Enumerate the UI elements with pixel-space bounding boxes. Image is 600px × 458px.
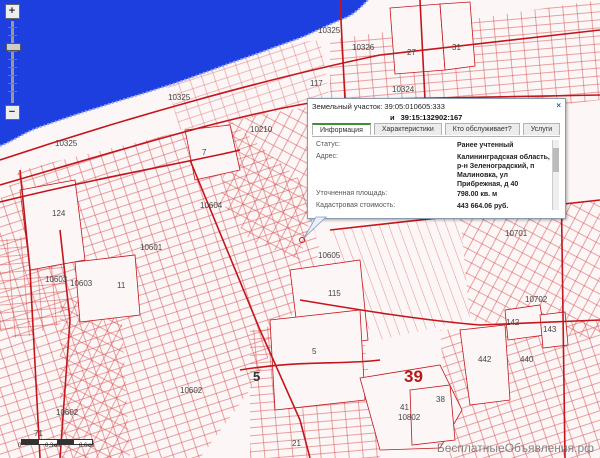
popup-subtitle: и 39:15:132902:167 bbox=[390, 113, 462, 122]
label-10602: 10602 bbox=[180, 386, 203, 395]
popup-subtitle-number: 39:15:132902:167 bbox=[400, 113, 463, 122]
tab-characteristics[interactable]: Характеристики bbox=[373, 123, 442, 135]
label-10324: 10324 bbox=[392, 85, 415, 94]
tab-information[interactable]: Информация bbox=[312, 123, 371, 135]
label-115: 115 bbox=[328, 289, 341, 298]
label-10702: 10702 bbox=[525, 295, 548, 304]
label-143: 143 bbox=[543, 325, 557, 334]
zoom-in-button[interactable]: + bbox=[4, 4, 20, 19]
label-41: 41 bbox=[400, 403, 409, 412]
popup-tabs: Информация Характеристики Кто обслуживае… bbox=[312, 123, 561, 135]
zoom-out-button[interactable]: − bbox=[4, 105, 20, 120]
label-10326: 10326 bbox=[352, 43, 375, 52]
popup-subtitle-and: и bbox=[390, 113, 395, 122]
status-value: Ранее учтенный bbox=[457, 142, 514, 149]
label-10603: 10603 bbox=[70, 279, 93, 288]
area-label: Уточненная площадь: bbox=[316, 190, 388, 197]
zoom-slider-track[interactable] bbox=[5, 21, 21, 103]
scale-bar: 0 0.3км 0.6км bbox=[18, 433, 113, 453]
label-10603: 10603 bbox=[45, 275, 68, 284]
label-31: 31 bbox=[452, 43, 461, 52]
scale-tick-0: 0 bbox=[18, 443, 22, 449]
close-icon[interactable]: × bbox=[556, 101, 561, 110]
label-117: 117 bbox=[310, 79, 323, 88]
label-39: 39 bbox=[404, 367, 423, 386]
label-10802: 10802 bbox=[398, 413, 421, 422]
label-21: 21 bbox=[292, 439, 301, 448]
zoom-control[interactable]: + − bbox=[4, 4, 21, 124]
popup-body: Статус: Ранее учтенный Адрес: Калинингра… bbox=[312, 136, 560, 213]
scale-tick-2: 0.6км bbox=[79, 443, 95, 449]
label-11: 11 bbox=[117, 281, 126, 290]
label-10701: 10701 bbox=[505, 229, 528, 238]
label-10602: 10602 bbox=[56, 408, 79, 417]
label-142: 142 bbox=[506, 318, 520, 327]
label-27: 27 bbox=[407, 48, 416, 57]
cadastral-value: 443 664.06 руб. bbox=[457, 203, 509, 210]
label-5: 5 bbox=[312, 347, 317, 356]
parcel-info-popup: Земельный участок: 39:05:010605:333 × и3… bbox=[307, 98, 566, 219]
label-10605: 10605 bbox=[318, 251, 341, 260]
label-10325: 10325 bbox=[318, 26, 341, 35]
popup-scrollbar[interactable] bbox=[552, 140, 559, 210]
label-442: 442 bbox=[478, 355, 492, 364]
label-38: 38 bbox=[436, 395, 445, 404]
scale-tick-1: 0.3км bbox=[45, 443, 61, 449]
label-10604: 10604 bbox=[200, 201, 223, 210]
map-viewer[interactable]: 10325 10325 10325 10326 10324 10210 1060… bbox=[0, 0, 600, 458]
tab-who-serves[interactable]: Кто обслуживает? bbox=[444, 123, 520, 135]
popup-scroll-thumb[interactable] bbox=[553, 148, 559, 172]
label-10210: 10210 bbox=[250, 125, 273, 134]
zoom-slider-handle[interactable] bbox=[5, 43, 21, 51]
popup-title: Земельный участок: 39:05:010605:333 bbox=[312, 102, 445, 111]
label-440: 440 bbox=[520, 355, 534, 364]
label-5-large: 5 bbox=[253, 369, 260, 384]
cadastral-map[interactable]: 10325 10325 10325 10326 10324 10210 1060… bbox=[0, 0, 600, 458]
status-label: Статус: bbox=[316, 141, 341, 148]
label-10325: 10325 bbox=[168, 93, 191, 102]
label-124: 124 bbox=[52, 209, 66, 218]
label-10325: 10325 bbox=[55, 139, 78, 148]
tab-services[interactable]: Услуги bbox=[522, 123, 561, 135]
address-label: Адрес: bbox=[316, 153, 338, 160]
label-10601: 10601 bbox=[140, 243, 163, 252]
cadastral-value-label: Кадастровая стоимость: bbox=[316, 202, 396, 209]
watermark: БесплатныеОбъявления.рф bbox=[436, 441, 594, 455]
label-7: 7 bbox=[202, 148, 207, 157]
area-value: 798.00 кв. м bbox=[457, 191, 498, 198]
address-value: Калининградская область, р-н Зеленоградс… bbox=[457, 154, 550, 188]
